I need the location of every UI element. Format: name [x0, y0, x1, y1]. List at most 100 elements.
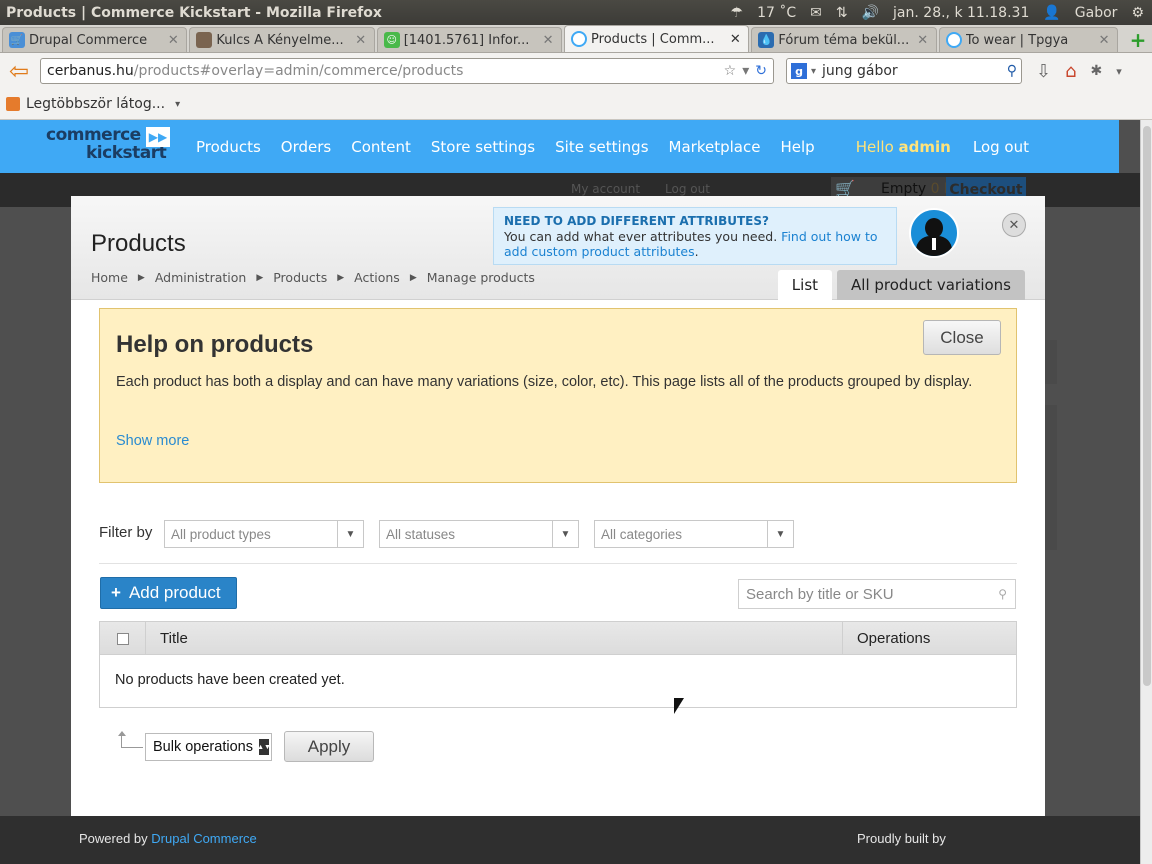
breadcrumb-separator-icon: ▶ [337, 272, 345, 283]
close-tab-icon[interactable]: ✕ [1097, 33, 1111, 48]
close-tab-icon[interactable]: ✕ [728, 32, 742, 47]
hello-admin[interactable]: Hello admin [856, 138, 951, 156]
show-more-link[interactable]: Show more [116, 433, 189, 449]
user-name[interactable]: Gabor [1075, 5, 1118, 21]
menu-site-settings[interactable]: Site settings [555, 138, 648, 156]
browser-tab-bar: 🛒 Drupal Commerce ✕ Kulcs A Kényelme... … [0, 25, 1152, 53]
breadcrumb-administration[interactable]: Administration [155, 270, 246, 285]
breadcrumb-home[interactable]: Home [91, 270, 128, 285]
menu-content[interactable]: Content [351, 138, 411, 156]
browser-tab[interactable]: Kulcs A Kényelme... ✕ [189, 27, 375, 52]
temperature[interactable]: 17 ˚C [757, 5, 796, 21]
help-text: Each product has both a display and can … [116, 374, 973, 390]
select-all-checkbox[interactable] [116, 632, 129, 645]
proudly-built-by: Proudly built by [857, 831, 946, 846]
status-select[interactable]: All statuses ▼ [379, 520, 579, 548]
product-search-input[interactable]: Search by title or SKU ⚲ [738, 579, 1016, 609]
browser-tab[interactable]: To wear | Tpgya ✕ [938, 27, 1119, 52]
filter-row: Filter by All product types ▼ All status… [99, 520, 1017, 564]
browser-tab-active[interactable]: Products | Comm... ✕ [564, 25, 750, 52]
drupal-favicon-icon: 💧 [758, 32, 775, 48]
tab-label: Kulcs A Kényelme... [216, 32, 344, 48]
breadcrumb-actions[interactable]: Actions [354, 270, 400, 285]
menu-help[interactable]: Help [780, 138, 814, 156]
close-tab-icon[interactable]: ✕ [354, 33, 368, 48]
admin-logout-link[interactable]: Log out [973, 138, 1029, 156]
tab-list[interactable]: List [777, 270, 833, 300]
breadcrumb-products[interactable]: Products [273, 270, 327, 285]
menu-dropdown-icon[interactable]: ▾ [1116, 65, 1122, 78]
add-product-button[interactable]: + Add product [100, 577, 237, 609]
apply-button[interactable]: Apply [284, 731, 374, 762]
browser-tab[interactable]: 💧 Fórum téma bekül... ✕ [751, 27, 937, 52]
url-path: /products#overlay=admin/commerce/product… [133, 63, 464, 79]
magnifier-icon[interactable]: ⚲ [1007, 63, 1017, 79]
menu-store-settings[interactable]: Store settings [431, 138, 535, 156]
loading-favicon-icon [945, 32, 962, 48]
web-content: commerce kickstart ▶▶ Products Orders Co… [0, 120, 1140, 864]
clock[interactable]: jan. 28., k 11.18.31 [893, 5, 1029, 21]
search-icon: ⚲ [998, 587, 1007, 601]
tab-label: [1401.5761] Infor... [403, 32, 530, 48]
back-arrow-icon[interactable]: ⇦ [4, 56, 34, 86]
commerce-kickstart-logo[interactable]: commerce kickstart ▶▶ [46, 126, 172, 167]
admin-toolbar: commerce kickstart ▶▶ Products Orders Co… [0, 120, 1119, 173]
url-bar[interactable]: cerbanus.hu /products#overlay=admin/comm… [40, 58, 774, 84]
bookmark-star-icon[interactable]: ☆ [724, 63, 737, 79]
volume-icon[interactable]: 🔊 [862, 5, 879, 21]
breadcrumb-separator-icon: ▶ [137, 272, 145, 283]
browser-tab[interactable]: 🛒 Drupal Commerce ✕ [2, 27, 188, 52]
page-scrollbar[interactable] [1140, 120, 1152, 864]
close-tab-icon[interactable]: ✕ [541, 33, 555, 48]
reload-icon[interactable]: ↻ [755, 63, 767, 79]
most-visited-bookmark[interactable]: Legtöbbször látog... [26, 96, 165, 112]
menu-products[interactable]: Products [196, 138, 261, 156]
user-icon: 👤 [1043, 4, 1061, 21]
bookmark-dropdown-icon[interactable]: ▾ [175, 99, 180, 110]
helper-avatar-icon [909, 208, 959, 258]
products-overlay: Products Home ▶ Administration ▶ Products ▶… [71, 196, 1045, 816]
close-tab-icon[interactable]: ✕ [166, 33, 180, 48]
page-title: Products [91, 230, 186, 257]
close-overlay-icon[interactable]: ✕ [1002, 213, 1026, 237]
google-engine-icon[interactable]: g [791, 63, 807, 79]
menu-orders[interactable]: Orders [281, 138, 331, 156]
dimmed-background-block [1045, 405, 1057, 550]
site-footer: Powered by Drupal Commerce Proudly built… [0, 816, 1140, 864]
mail-icon[interactable]: ✉ [810, 5, 822, 21]
menu-marketplace[interactable]: Marketplace [669, 138, 761, 156]
bulk-operations-select[interactable]: Bulk operations ▲▼ [145, 733, 272, 761]
close-tab-icon[interactable]: ✕ [916, 33, 930, 48]
new-tab-button[interactable]: + [1124, 27, 1152, 52]
breadcrumb-manage-products[interactable]: Manage products [427, 270, 535, 285]
search-bar[interactable]: g ▾ jung gábor ⚲ [786, 58, 1022, 84]
tip-heading: NEED TO ADD DIFFERENT ATTRIBUTES? [504, 214, 769, 228]
home-icon[interactable]: ⌂ [1065, 61, 1076, 82]
scrollbar-thumb[interactable] [1143, 126, 1151, 686]
history-dropdown-icon[interactable]: ▾ [742, 63, 749, 79]
fast-forward-icon: ▶▶ [146, 126, 170, 147]
power-icon[interactable]: ⚙ [1131, 5, 1144, 21]
tab-all-product-variations[interactable]: All product variations [837, 270, 1025, 300]
breadcrumb-separator-icon: ▶ [409, 272, 417, 283]
site-logout-link: Log out [665, 182, 710, 196]
bulk-arrow-icon [118, 731, 143, 748]
addon-bug-icon[interactable]: ✱ [1091, 63, 1103, 79]
drupal-commerce-link[interactable]: Drupal Commerce [151, 831, 256, 846]
column-title[interactable]: Title [160, 630, 188, 647]
download-arrow-icon[interactable]: ⇩ [1036, 61, 1051, 82]
help-title: Help on products [116, 331, 314, 358]
chevron-down-icon: ▼ [767, 521, 793, 547]
smiley-favicon-icon: ☺ [383, 32, 400, 48]
network-icon[interactable]: ⇅ [836, 5, 848, 21]
os-top-panel: Products | Commerce Kickstart - Mozilla … [0, 0, 1152, 25]
empty-message: No products have been created yet. [115, 672, 345, 688]
category-select[interactable]: All categories ▼ [594, 520, 794, 548]
system-tray: ☂ 17 ˚C ✉ ⇅ 🔊 jan. 28., k 11.18.31 👤 Gab… [731, 5, 1152, 21]
product-type-select[interactable]: All product types ▼ [164, 520, 364, 548]
browser-tab[interactable]: ☺ [1401.5761] Infor... ✕ [376, 27, 563, 52]
weather-icon[interactable]: ☂ [731, 5, 744, 21]
breadcrumb: Home ▶ Administration ▶ Products ▶ Actions ▶… [91, 270, 535, 285]
close-help-button[interactable]: Close [923, 320, 1001, 355]
plus-icon: + [111, 583, 121, 602]
